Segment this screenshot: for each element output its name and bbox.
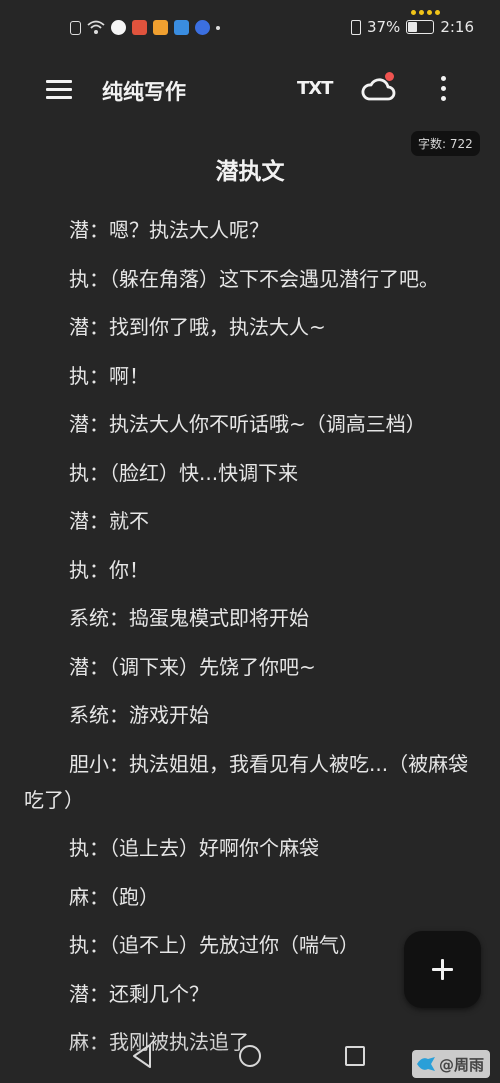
nav-back-icon[interactable] xyxy=(131,1043,153,1073)
add-button[interactable] xyxy=(404,931,481,1008)
paragraph: 潜：嗯？执法大人呢？ xyxy=(69,218,269,242)
top-app-bar: 纯纯写作 TXT xyxy=(0,58,500,122)
watermark-logo-icon xyxy=(417,1057,435,1071)
document-title[interactable]: 潜执文 xyxy=(0,152,500,186)
paragraph: 系统：捣蛋鬼模式即将开始 xyxy=(69,606,309,630)
paragraph: 潜：找到你了哦，执法大人~ xyxy=(69,315,326,339)
paragraph: 胆小：执法姐姐，我看见有人被吃...（被麻袋吃了） xyxy=(24,751,469,812)
status-bar: 37% 2:16 xyxy=(0,0,500,58)
paragraph: 执：（追上去）好啊你个麻袋 xyxy=(69,836,319,860)
paragraph: 潜：就不 xyxy=(69,509,149,533)
app-notification-icon xyxy=(153,20,168,35)
paragraph: 麻：（跑） xyxy=(69,884,159,909)
watermark: @周雨 xyxy=(412,1050,491,1078)
paragraph: 系统：游戏开始 xyxy=(69,703,209,727)
paragraph: 潜：（调下来）先饶了你吧~ xyxy=(69,654,316,679)
status-icons-right: 37% 2:16 xyxy=(350,18,474,36)
paragraph: 执：啊！ xyxy=(69,363,149,388)
paragraph: 执：你！ xyxy=(69,557,149,582)
app-title: 纯纯写作 xyxy=(102,80,186,104)
more-options-icon[interactable] xyxy=(437,76,451,104)
app-notification-icon xyxy=(174,20,189,35)
clock: 2:16 xyxy=(440,18,474,36)
vibrate-icon xyxy=(350,19,361,35)
paragraph: 执：（脸红）快...快调下来 xyxy=(69,460,299,485)
sync-notification-dot xyxy=(385,72,394,81)
watermark-text: @周雨 xyxy=(439,1055,485,1074)
more-notifications-icon xyxy=(216,25,220,30)
txt-export-button[interactable]: TXT xyxy=(297,78,333,99)
paragraph: 执：（躲在角落）这下不会遇见潜行了吧。 xyxy=(69,266,439,291)
battery-icon xyxy=(406,20,435,34)
notification-dots xyxy=(411,10,440,15)
battery-percent: 37% xyxy=(366,18,401,36)
app-notification-icon xyxy=(132,20,147,35)
sim-icon xyxy=(70,20,81,35)
menu-icon[interactable] xyxy=(46,78,74,102)
status-icons-left xyxy=(70,20,220,35)
paragraph: 潜：执法大人你不听话哦~（调高三档） xyxy=(69,412,426,436)
app-notification-icon xyxy=(111,20,126,35)
nav-recent-apps-icon[interactable] xyxy=(345,1046,365,1066)
nav-home-icon[interactable] xyxy=(239,1045,261,1067)
wifi-icon xyxy=(87,20,105,35)
app-notification-icon xyxy=(195,20,210,35)
